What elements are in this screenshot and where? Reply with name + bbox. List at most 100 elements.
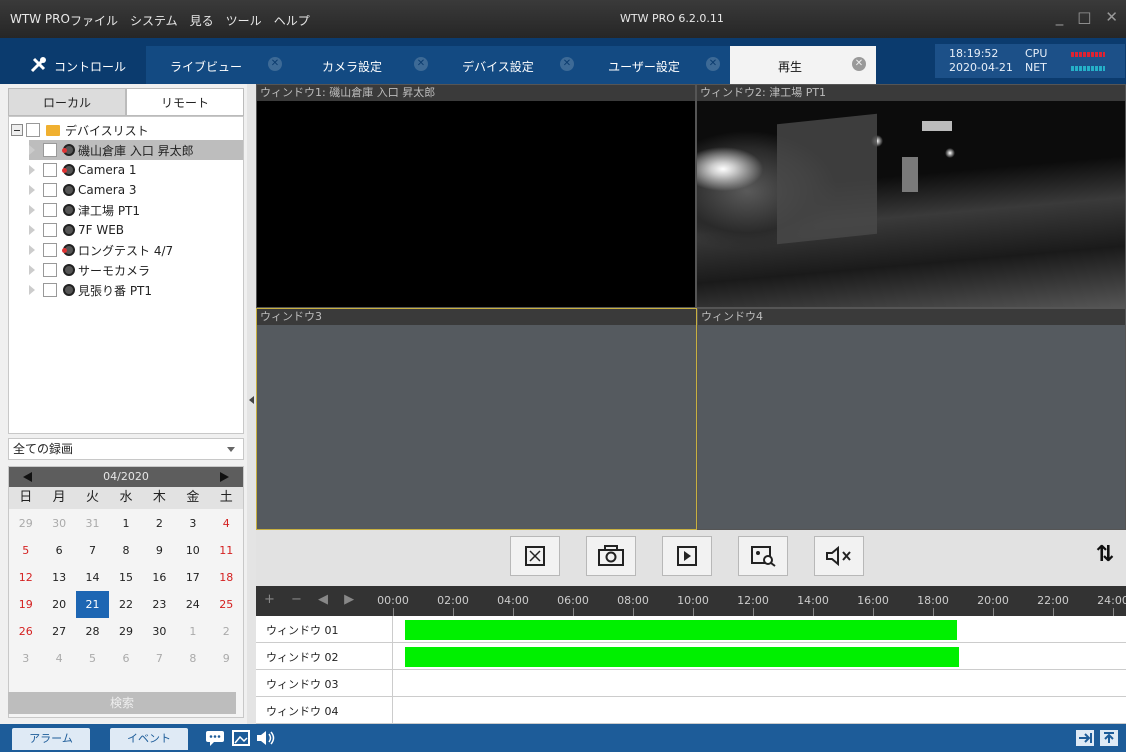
video-window-4[interactable]: ウィンドウ4 [697,308,1126,530]
device-item[interactable]: 見張り番 PT1 [29,280,152,300]
menu-help[interactable]: ヘルプ [268,12,316,29]
calendar-day[interactable]: 3 [176,510,209,537]
calendar-day[interactable]: 2 [210,618,243,645]
calendar-day[interactable]: 19 [9,591,42,618]
tab-device-settings[interactable]: デバイス設定 ✕ [438,46,584,84]
collapse-icon[interactable] [11,124,23,136]
timeline-row[interactable]: ウィンドウ 04 [256,697,1126,724]
tab-live-view[interactable]: ライブビュー ✕ [146,46,292,84]
calendar-day[interactable]: 8 [109,537,142,564]
record-filter-select[interactable]: 全ての録画 [8,438,244,460]
checkbox[interactable] [43,163,57,177]
calendar-day[interactable]: 27 [42,618,75,645]
calendar-day[interactable]: 5 [9,537,42,564]
checkbox[interactable] [43,143,57,157]
tab-close-icon[interactable]: ✕ [852,57,866,71]
device-item[interactable]: サーモカメラ [29,260,150,280]
calendar-day[interactable]: 28 [76,618,109,645]
calendar-day[interactable]: 10 [176,537,209,564]
expand-icon[interactable] [29,285,35,295]
calendar-day[interactable]: 17 [176,564,209,591]
calendar-day[interactable]: 15 [109,564,142,591]
maximize-button[interactable]: □ [1077,8,1091,26]
snapshot-button[interactable] [586,536,636,576]
calendar-day[interactable]: 14 [76,564,109,591]
device-item[interactable]: ロングテスト 4/7 [29,240,173,260]
tree-root[interactable]: デバイスリスト [11,120,149,140]
expand-icon[interactable] [29,205,35,215]
device-item[interactable]: Camera 3 [29,180,137,200]
panel-splitter[interactable] [247,84,256,724]
tab-local[interactable]: ローカル [8,88,126,116]
play-button[interactable] [662,536,712,576]
search-button[interactable]: 検索 [8,692,236,714]
calendar-day[interactable]: 7 [143,645,176,672]
checkbox[interactable] [43,223,57,237]
tab-playback[interactable]: 再生 ✕ [730,46,876,84]
video-window-2[interactable]: ウィンドウ2: 津工場 PT1 [696,84,1126,308]
video-window-3[interactable]: ウィンドウ3 [256,308,697,530]
tab-close-icon[interactable]: ✕ [268,57,282,71]
calendar-day[interactable]: 26 [9,618,42,645]
tab-remote[interactable]: リモート [126,88,244,116]
checkbox[interactable] [43,203,57,217]
calendar-day[interactable]: 11 [210,537,243,564]
calendar-day[interactable]: 18 [210,564,243,591]
speaker-icon[interactable] [256,730,276,746]
timeline-row[interactable]: ウィンドウ 02 [256,643,1126,670]
dock-icon[interactable] [1076,730,1094,746]
calendar-day[interactable]: 4 [210,510,243,537]
recording-segment[interactable] [405,647,959,667]
expand-panel-icon[interactable] [1100,730,1118,746]
expand-icon[interactable] [29,165,35,175]
minimize-button[interactable]: _ [1056,8,1064,26]
calendar-day[interactable]: 2 [143,510,176,537]
device-item[interactable]: 7F WEB [29,220,124,240]
calendar-day[interactable]: 4 [42,645,75,672]
calendar-day[interactable]: 20 [42,591,75,618]
device-item[interactable]: 磯山倉庫 入口 昇太郎 [29,140,243,160]
calendar-day[interactable]: 22 [109,591,142,618]
next-month-icon[interactable] [220,472,229,482]
checkbox[interactable] [43,283,57,297]
video-window-1[interactable]: ウィンドウ1: 磯山倉庫 入口 昇太郎 [256,84,696,308]
calendar-day[interactable]: 21 [75,591,110,618]
calendar-day[interactable]: 9 [210,645,243,672]
image-icon[interactable] [232,730,250,746]
timeline-row[interactable]: ウィンドウ 01 [256,616,1126,643]
calendar-day[interactable]: 31 [76,510,109,537]
calendar-day[interactable]: 16 [143,564,176,591]
calendar-day[interactable]: 12 [9,564,42,591]
calendar-day[interactable]: 5 [76,645,109,672]
checkbox[interactable] [43,243,57,257]
calendar-day[interactable]: 23 [143,591,176,618]
calendar-day[interactable]: 29 [109,618,142,645]
device-item[interactable]: Camera 1 [29,160,137,180]
calendar-day[interactable]: 7 [76,537,109,564]
menu-view[interactable]: 見る [184,12,220,29]
image-search-button[interactable] [738,536,788,576]
calendar-day[interactable]: 1 [176,618,209,645]
calendar-day[interactable]: 9 [143,537,176,564]
sort-toggle-icon[interactable]: ⇅ [1096,542,1114,567]
calendar-day[interactable]: 13 [42,564,75,591]
tab-alarm[interactable]: アラーム [12,728,90,750]
recording-segment[interactable] [405,620,957,640]
calendar-day[interactable]: 29 [9,510,42,537]
tab-event[interactable]: イベント [110,728,188,750]
checkbox[interactable] [26,123,40,137]
expand-icon[interactable] [29,225,35,235]
menu-tools[interactable]: ツール [220,12,268,29]
expand-icon[interactable] [29,145,35,155]
calendar-day[interactable]: 8 [176,645,209,672]
fullscreen-button[interactable] [510,536,560,576]
tab-control[interactable]: コントロール [14,46,134,84]
menu-system[interactable]: システム [124,12,184,29]
tab-close-icon[interactable]: ✕ [414,57,428,71]
collapse-arrow-icon[interactable] [249,396,254,404]
timeline-zoom-controls[interactable]: + − ◀ ▶ [264,592,360,607]
mute-button[interactable] [814,536,864,576]
expand-icon[interactable] [29,185,35,195]
menu-file[interactable]: ファイル [64,12,124,29]
message-icon[interactable] [205,730,225,746]
